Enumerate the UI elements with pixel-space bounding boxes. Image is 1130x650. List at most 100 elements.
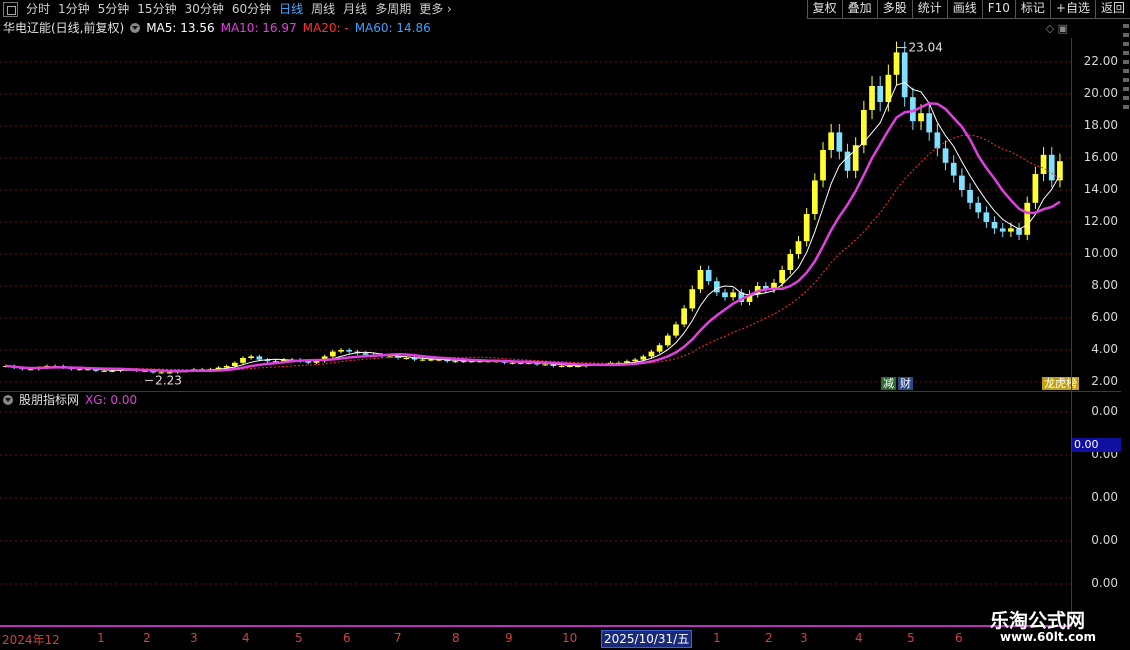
candle-body: [828, 132, 835, 150]
candle-body: [673, 324, 679, 336]
period-tab-5[interactable]: 60分钟: [228, 0, 275, 19]
candle-body: [918, 113, 924, 122]
candle-body: [836, 132, 843, 152]
candle-body: [664, 335, 671, 346]
toolbar-button-5[interactable]: F10: [981, 0, 1015, 19]
candle-body: [329, 351, 336, 357]
period-tab-2[interactable]: 5分钟: [94, 0, 134, 19]
price-tick: 12.00: [1083, 214, 1118, 228]
toolbar-button-0[interactable]: 复权: [806, 0, 842, 19]
edge-scrollbar[interactable]: [1121, 19, 1130, 629]
price-tick: 16.00: [1083, 150, 1118, 164]
candle-body: [795, 241, 802, 254]
period-tab-1[interactable]: 1分钟: [54, 0, 94, 19]
toolbar-button-7[interactable]: +自选: [1049, 0, 1095, 19]
candle-body: [313, 361, 320, 363]
time-tick: 5: [907, 631, 915, 645]
toolbar: 分时 1分钟 5分钟 15分钟 30分钟 60分钟 日线 周线 月线 多周期 更多 › 复权 叠加 多股…: [0, 0, 1130, 19]
candle-body: [844, 151, 851, 171]
main-chart-header: 华电辽能(日线,前复权) MA5: 13.56 MA10: 16.97 MA20…: [3, 20, 437, 36]
candle-body: [419, 359, 426, 361]
period-tab-9[interactable]: 多周期: [371, 0, 415, 19]
candle-body: [942, 148, 949, 163]
ma20-line: [6, 134, 1061, 371]
time-tick: 6: [955, 631, 963, 645]
price-tick: 8.00: [1091, 278, 1118, 292]
price-tick: 10.00: [1083, 246, 1118, 260]
candle-body: [1024, 202, 1031, 235]
candle-body: [542, 364, 549, 366]
time-tick: 3: [800, 631, 808, 645]
price-tick: 6.00: [1091, 310, 1118, 324]
period-tab-4[interactable]: 30分钟: [181, 0, 228, 19]
candle-body: [999, 228, 1006, 232]
reduce-tag[interactable]: 减: [881, 377, 896, 390]
candle-body: [109, 370, 116, 372]
ma5-label: MA5: 13.56: [146, 21, 215, 35]
period-tab-7[interactable]: 周线: [307, 0, 339, 19]
ma10-line: [5, 102, 1061, 373]
toolbar-button-8[interactable]: 返回: [1094, 0, 1130, 19]
price-tick: 14.00: [1083, 182, 1118, 196]
indicator-tick: 0.00: [1091, 404, 1118, 418]
period-tab-10[interactable]: 更多 ›: [415, 0, 456, 19]
candle-body: [346, 350, 353, 352]
indicator-tick: 0.00: [1091, 490, 1118, 504]
candle-body: [869, 86, 875, 110]
candle-body: [787, 254, 794, 270]
price-tick: 22.00: [1083, 54, 1118, 68]
candle-body: [689, 289, 696, 309]
time-tick: 1: [97, 631, 105, 645]
toolbar-button-4[interactable]: 画线: [946, 0, 982, 19]
indicator-axis-line: [1071, 392, 1072, 629]
time-tick: 4: [855, 631, 863, 645]
indicator-tick: 0.00: [1091, 576, 1118, 590]
candle-body: [991, 222, 998, 229]
candle-body: [403, 358, 410, 359]
candle-body: [101, 370, 107, 372]
toolbar-button-1[interactable]: 叠加: [841, 0, 877, 19]
time-tick: 3: [190, 631, 198, 645]
time-tick: 10: [562, 631, 578, 645]
candle-body: [1008, 228, 1014, 232]
candle-body: [1040, 154, 1047, 174]
candle-body: [681, 308, 687, 325]
candle-body: [632, 359, 638, 362]
candle-body: [959, 175, 965, 190]
candle-body: [223, 366, 230, 368]
candle-body: [76, 369, 83, 371]
candle-body: [338, 350, 344, 352]
price-tick: 18.00: [1083, 118, 1118, 132]
candle-body: [803, 214, 810, 242]
period-tabs: 分时 1分钟 5分钟 15分钟 30分钟 60分钟 日线 周线 月线 多周期 更多 ›: [0, 0, 456, 19]
candle-body: [697, 270, 704, 290]
max-label: 23.04: [909, 41, 943, 55]
ma60-label: MA60: 14.86: [354, 21, 431, 35]
period-tab-6[interactable]: 日线: [275, 0, 307, 19]
ma20-label: MA20: -: [302, 21, 349, 35]
candle-body: [509, 362, 516, 364]
time-tick: 9: [505, 631, 513, 645]
chart-corner-icons[interactable]: ◇ ▣: [1046, 22, 1068, 35]
price-tick: 4.00: [1091, 342, 1118, 356]
period-tab-0[interactable]: 分时: [22, 0, 54, 19]
window-icon[interactable]: [3, 2, 18, 17]
period-tab-8[interactable]: 月线: [339, 0, 371, 19]
price-chart[interactable]: 23.04 2.23: [0, 38, 1072, 390]
time-tick: 1: [713, 631, 721, 645]
indicator-chart[interactable]: [0, 392, 1072, 628]
toolbar-button-6[interactable]: 标记: [1014, 0, 1050, 19]
dropdown-icon[interactable]: [130, 23, 141, 33]
toolbar-button-3[interactable]: 统计: [911, 0, 947, 19]
candle-body: [558, 366, 565, 367]
dragon-tiger-tag[interactable]: 龙虎榜: [1042, 377, 1079, 390]
price-tick: 20.00: [1083, 86, 1118, 100]
finance-tag[interactable]: 财: [898, 377, 913, 390]
toolbar-button-2[interactable]: 多股: [876, 0, 912, 19]
candle-body: [1048, 154, 1055, 181]
time-tick: 7: [394, 631, 402, 645]
candle-body: [231, 362, 238, 366]
candle-body: [820, 150, 826, 181]
candle-body: [648, 351, 655, 357]
period-tab-3[interactable]: 15分钟: [133, 0, 180, 19]
